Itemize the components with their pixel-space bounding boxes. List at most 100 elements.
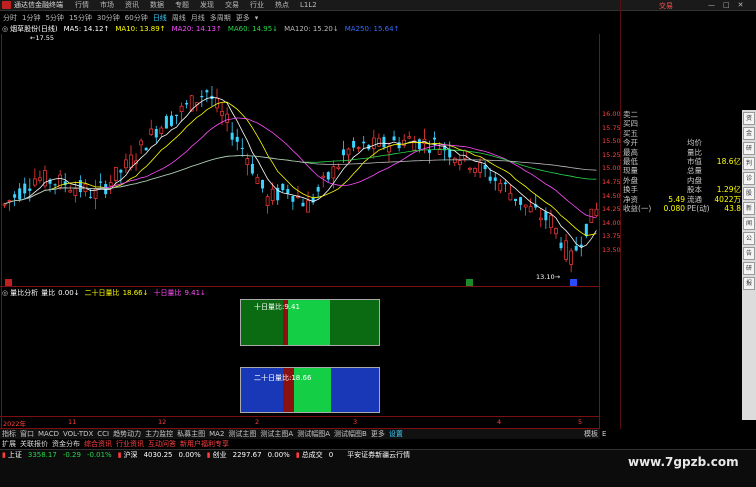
menu-item-redian[interactable]: 热点: [275, 0, 289, 10]
hs-index-label[interactable]: 沪深: [124, 450, 138, 460]
main-menu: 行情 市场 资讯 数据 专题 发现 交易 行业 热点 L1L2: [75, 0, 328, 10]
template-tab[interactable]: 模板: [584, 429, 598, 439]
period-intraday[interactable]: 分时: [3, 13, 17, 23]
indicator-tab[interactable]: 指标: [2, 429, 16, 439]
period-60min[interactable]: 60分钟: [125, 13, 148, 23]
event-marker-icon[interactable]: [570, 279, 577, 286]
candle-body: [159, 127, 164, 134]
side-tab[interactable]: 研: [743, 142, 755, 155]
candle-body: [371, 137, 376, 149]
menu-item-l1l2[interactable]: L1L2: [300, 1, 317, 9]
indicator-tab[interactable]: 窗口: [20, 429, 34, 439]
price-tick: 14.00: [602, 218, 621, 227]
candle-body: [220, 111, 224, 116]
extension-tab[interactable]: 互动问答: [148, 439, 176, 449]
settings-icon[interactable]: ◎: [2, 25, 8, 33]
period-multi[interactable]: 多周期: [210, 13, 231, 23]
indicator-tab[interactable]: MACD: [38, 430, 59, 438]
ma-lines-group: [4, 96, 597, 248]
indicator-tab[interactable]: 测试主图A: [260, 429, 293, 439]
x-axis-label: 12: [158, 418, 167, 426]
event-marker-icon[interactable]: [466, 279, 473, 286]
period-weekly[interactable]: 周线: [172, 13, 186, 23]
period-daily[interactable]: 日线: [153, 13, 167, 23]
period-1min[interactable]: 1分钟: [22, 13, 40, 23]
menu-item-shuju[interactable]: 数据: [150, 0, 164, 10]
ma-line: [4, 101, 597, 237]
total-volume-label[interactable]: 总成交: [302, 450, 323, 460]
info-row: 卖二: [623, 110, 741, 119]
close-icon[interactable]: ✕: [738, 1, 744, 9]
info-row: 外盘 内盘: [623, 176, 741, 185]
candle-body: [179, 105, 184, 113]
indicator-tab[interactable]: 测试主图: [228, 429, 256, 439]
maximize-icon[interactable]: □: [723, 1, 730, 9]
indicator-tab[interactable]: CCI: [97, 430, 109, 438]
minimize-icon[interactable]: —: [708, 1, 715, 9]
indicator-tab[interactable]: 测试幅图A: [297, 429, 330, 439]
hs-index-value: 4030.25: [143, 451, 173, 459]
hs-index-percent: 0.00%: [178, 451, 201, 459]
info-value: 43.8: [724, 203, 741, 213]
period-5min[interactable]: 5分钟: [45, 13, 63, 23]
kline-bottom-border: [0, 286, 600, 287]
indicator-tab[interactable]: 更多: [371, 429, 385, 439]
candle-body: [129, 154, 133, 169]
indicator-tab[interactable]: 测试幅图B: [334, 429, 367, 439]
menu-item-zhuanti[interactable]: 专题: [175, 0, 189, 10]
extension-tab[interactable]: 综合资讯: [84, 439, 112, 449]
candle-body: [493, 177, 497, 181]
side-tab[interactable]: 新: [743, 202, 755, 215]
chevron-down-icon[interactable]: ▾: [255, 14, 259, 22]
indicator-tabs: 指标 窗口 MACD VOL-TDX CCI 趋势动力 主力监控 私募主图 MA2 测试主图 测试主…: [0, 429, 600, 439]
side-tab[interactable]: 研: [743, 262, 755, 275]
period-more[interactable]: 更多: [236, 13, 250, 23]
side-tab[interactable]: 告: [743, 247, 755, 260]
side-tab[interactable]: 报: [743, 277, 755, 290]
side-tab-strip: 资金研判诊股新闻公告研报: [742, 110, 756, 420]
extension-tab[interactable]: 扩展: [2, 439, 16, 449]
info-key: 股本: [687, 185, 702, 195]
indicator-tab[interactable]: VOL-TDX: [63, 430, 93, 438]
period-monthly[interactable]: 月线: [191, 13, 205, 23]
side-tab[interactable]: 闻: [743, 217, 755, 230]
period-30min[interactable]: 30分钟: [97, 13, 120, 23]
menu-item-zixun[interactable]: 资讯: [125, 0, 139, 10]
side-tab[interactable]: 金: [743, 127, 755, 140]
indicator-tab[interactable]: 主力监控: [145, 429, 173, 439]
side-tab[interactable]: 资: [743, 112, 755, 125]
e-tab[interactable]: E: [602, 430, 606, 438]
x-axis-label: 3: [353, 418, 358, 426]
menu-item-jiaoyi[interactable]: 交易: [225, 0, 239, 10]
price-tick: 13.50: [602, 246, 621, 254]
extension-tab[interactable]: 资金分布: [52, 439, 80, 449]
side-tab[interactable]: 诊: [743, 172, 755, 185]
indicator-tab[interactable]: 私募主图: [177, 429, 205, 439]
side-tab[interactable]: 股: [743, 187, 755, 200]
candle-body: [89, 196, 93, 198]
period-15min[interactable]: 15分钟: [69, 13, 92, 23]
kline-chart[interactable]: [2, 34, 599, 286]
info-key: 均价: [687, 138, 702, 148]
low-price-marker: 13.10→: [536, 273, 561, 281]
extension-tab[interactable]: 行业资讯: [116, 439, 144, 449]
indicator-tab[interactable]: MA2: [209, 430, 224, 438]
cy-index-label[interactable]: 创业: [213, 450, 227, 460]
menu-item-shichang[interactable]: 市场: [100, 0, 114, 10]
side-tab[interactable]: 判: [743, 157, 755, 170]
menu-item-hangqing[interactable]: 行情: [75, 0, 89, 10]
chart-right-border: [599, 34, 600, 429]
event-marker-icon[interactable]: [5, 279, 12, 286]
side-tab[interactable]: 公: [743, 232, 755, 245]
settings-icon[interactable]: ◎: [2, 289, 8, 297]
extension-tab[interactable]: 新用户福利专享: [180, 439, 229, 449]
watermark: www.7gpzb.com: [628, 455, 739, 469]
sh-index-label[interactable]: 上证: [8, 450, 22, 460]
menu-item-hangye[interactable]: 行业: [250, 0, 264, 10]
trade-link[interactable]: 交易: [659, 1, 673, 11]
candle-body: [346, 148, 351, 156]
indicator-tab[interactable]: 设置: [389, 429, 403, 439]
indicator-tab[interactable]: 趋势动力: [113, 429, 141, 439]
menu-item-faxian[interactable]: 发现: [200, 0, 214, 10]
extension-tab[interactable]: 关联报价: [20, 439, 48, 449]
